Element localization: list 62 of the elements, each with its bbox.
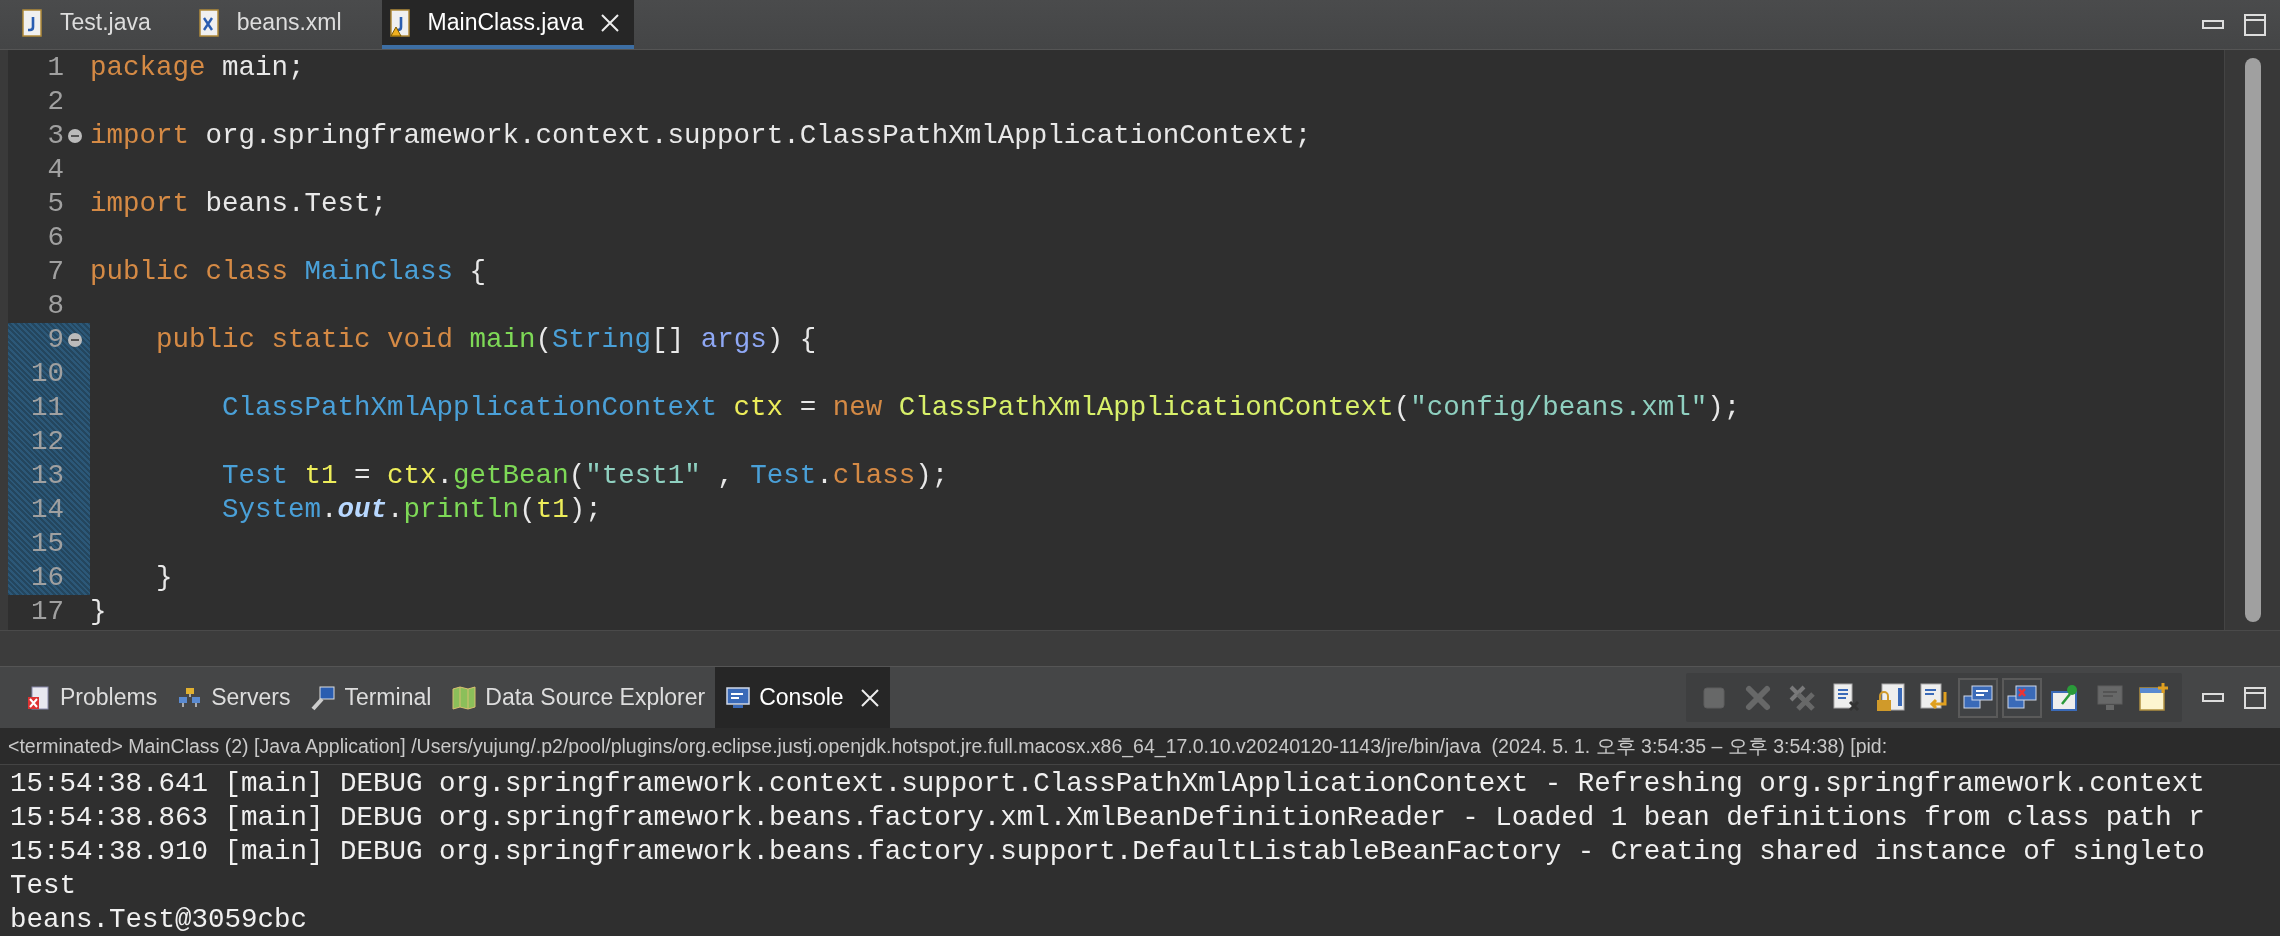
console-output-line: 15:54:38.863 [main] DEBUG org.springframework.beans.factory.xml.XmlBeanDefinitionReader - Loaded 1 bean definitions from class path r xyxy=(10,802,2205,833)
new-window-icon xyxy=(2138,681,2170,714)
editor-tab[interactable]: beans.xml xyxy=(190,0,382,49)
terminal-icon xyxy=(310,684,337,711)
collapse-icon[interactable] xyxy=(67,128,83,144)
line-number: 2 xyxy=(46,85,64,119)
console-output-line: 15:54:38.641 [main] DEBUG org.springframework.context.support.ClassPathXmlApplicationContext - Refreshing org.springframework.context xyxy=(10,768,2205,799)
java-file-icon xyxy=(22,8,44,37)
line-number: 9 xyxy=(46,323,64,357)
close-icon[interactable] xyxy=(599,12,620,33)
java-file-icon xyxy=(389,8,412,37)
maximize-icon[interactable] xyxy=(2244,686,2266,709)
line-number: 14 xyxy=(30,493,64,527)
show-on-err-button[interactable] xyxy=(2002,677,2042,718)
line-number: 5 xyxy=(46,187,64,221)
line-number: 8 xyxy=(46,289,64,323)
problems-icon xyxy=(26,684,52,711)
line-number: 15 xyxy=(30,527,64,561)
console-output-line: beans.Test@3059cbc xyxy=(10,904,308,935)
line-number: 7 xyxy=(46,255,64,289)
view-tab[interactable]: Console xyxy=(715,667,890,728)
xml-file-icon xyxy=(198,8,221,37)
line-number: 1 xyxy=(46,51,64,85)
editor-tab[interactable]: Test.java xyxy=(14,0,191,49)
code-line: } xyxy=(90,595,107,629)
line-number: 13 xyxy=(30,459,64,493)
view-tab[interactable]: Data Source Explorer xyxy=(441,667,716,728)
code-line: public class MainClass { xyxy=(90,255,487,289)
line-number: 4 xyxy=(46,153,64,187)
padlock-icon xyxy=(1874,681,1906,714)
line-number: 17 xyxy=(30,595,64,629)
map-icon xyxy=(451,684,478,711)
show-on-out-button[interactable] xyxy=(1958,677,1998,718)
collapse-icon[interactable] xyxy=(67,332,83,348)
code-line: System.out.println(t1); xyxy=(221,493,602,527)
document-x-icon xyxy=(1830,681,1862,714)
code-line: package main; xyxy=(90,51,305,85)
line-number: 10 xyxy=(30,357,64,391)
line-number: 11 xyxy=(30,391,64,425)
maximize-icon[interactable] xyxy=(2244,13,2266,36)
line-number: 6 xyxy=(46,221,64,255)
code-line: } xyxy=(155,561,173,595)
view-tab[interactable]: Servers xyxy=(167,667,301,728)
console-icon xyxy=(725,684,752,711)
line-number: 3 xyxy=(46,119,64,153)
code-line: public static void main(String[] args) { xyxy=(155,323,817,357)
code-line: Test t1 = ctx.getBean("test1" , Test.class); xyxy=(221,459,949,493)
scrollbar-thumb[interactable] xyxy=(2244,58,2261,622)
view-tab[interactable]: Problems xyxy=(16,667,168,728)
minimize-icon[interactable] xyxy=(2202,18,2224,31)
line-number: 12 xyxy=(30,425,64,459)
minimize-icon[interactable] xyxy=(2202,691,2224,704)
console-output-line: 15:54:38.910 [main] DEBUG org.springframework.beans.factory.support.DefaultListableBeanFactory - Creating shared instance of singleto xyxy=(10,836,2205,867)
view-tab[interactable]: Terminal xyxy=(300,667,442,728)
console-process-label: <terminated> MainClass (2) [Java Application] /Users/yujung/.p2/pool/plugins/org.eclipse.justj.openjdk.hotspot.jre.full.macosx.x86_64_17.0.10.v20240120-1143/jre/bin/java (2024. 5. 1. 오후 3:54:35 – 오후 3:54:38) [pid: xyxy=(0,728,2280,765)
editor-tab[interactable]: MainClass.java xyxy=(381,0,634,49)
code-line: ClassPathXmlApplicationContext ctx = new ClassPathXmlApplicationContext("config/beans.xml"); xyxy=(221,391,1741,425)
code-line: import org.springframework.context.support.ClassPathXmlApplicationContext; xyxy=(90,119,1312,153)
console-output-line: Test xyxy=(10,870,76,901)
line-number: 16 xyxy=(30,561,64,595)
code-line: import beans.Test; xyxy=(90,187,388,221)
close-icon[interactable] xyxy=(859,687,880,708)
